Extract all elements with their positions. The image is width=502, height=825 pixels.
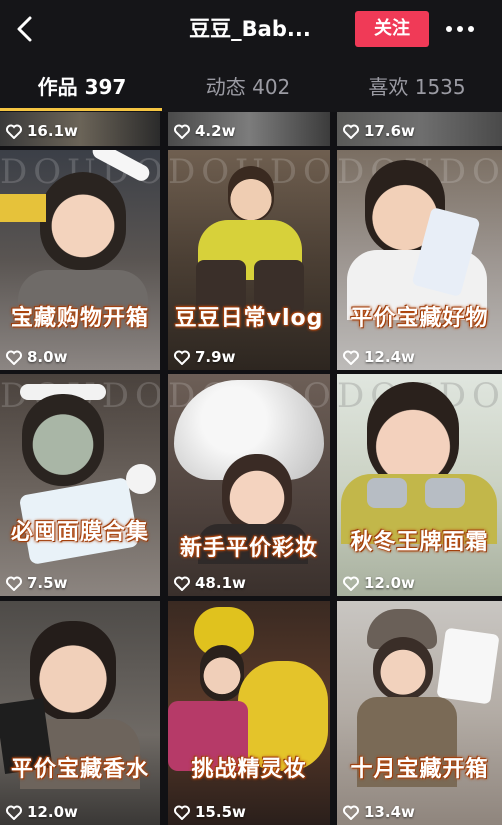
thumbnail-subject — [228, 166, 274, 222]
video-grid: 16.1w 4.2w 17.6w DOUDOU 宝藏购物开箱 8.0w DOUD… — [0, 112, 502, 825]
video-tile[interactable]: 17.6w — [337, 112, 502, 146]
video-tile[interactable]: DOUDOU 新手平价彩妆 48.1w — [168, 374, 330, 596]
like-count: 7.9w — [174, 348, 235, 366]
thumbnail-subject — [40, 172, 126, 270]
follow-button[interactable]: 关注 — [355, 11, 429, 47]
back-button[interactable] — [8, 12, 42, 46]
heart-icon — [343, 805, 359, 820]
like-count: 12.0w — [343, 574, 415, 592]
video-caption: 秋冬王牌面霜 — [350, 530, 489, 555]
thumbnail-subject — [367, 478, 407, 508]
video-caption: 平价宝藏香水 — [10, 757, 149, 782]
heart-icon — [174, 576, 190, 591]
heart-icon — [6, 805, 22, 820]
video-tile[interactable]: 挑战精灵妆 15.5w — [168, 601, 330, 825]
video-tile[interactable]: 16.1w — [0, 112, 160, 146]
like-count: 48.1w — [174, 574, 246, 592]
thumbnail-subject — [126, 464, 156, 494]
chevron-left-icon — [17, 16, 32, 42]
video-caption: 必囤面膜合集 — [10, 520, 149, 545]
heart-icon — [343, 350, 359, 365]
profile-tabs: 作品 397 动态 402 喜欢 1535 — [0, 60, 502, 112]
profile-title: 豆豆_Bab... — [189, 17, 311, 41]
thumbnail-subject — [425, 478, 465, 508]
thumbnail-subject — [22, 394, 104, 486]
like-count: 12.4w — [343, 348, 415, 366]
thumbnail-subject — [0, 194, 46, 222]
video-caption: 新手平价彩妆 — [179, 536, 318, 561]
thumbnail-subject — [373, 637, 433, 701]
heart-icon — [174, 805, 190, 820]
heart-icon — [343, 576, 359, 591]
heart-icon — [6, 124, 22, 139]
video-tile[interactable]: 4.2w — [168, 112, 330, 146]
video-tile[interactable]: DOUDOU 豆豆日常vlog 7.9w — [168, 150, 330, 370]
tab-works[interactable]: 作品 397 — [12, 70, 152, 104]
video-caption: 平价宝藏好物 — [350, 306, 489, 331]
like-count: 17.6w — [343, 122, 415, 140]
like-count: 15.5w — [174, 803, 246, 821]
video-tile[interactable]: DOUDOU 秋冬王牌面霜 12.0w — [337, 374, 502, 596]
profile-header: 豆豆_Bab... 关注 — [0, 0, 502, 60]
heart-icon — [174, 124, 190, 139]
heart-icon — [174, 350, 190, 365]
like-count: 13.4w — [343, 803, 415, 821]
thumbnail-subject — [436, 627, 500, 705]
like-count: 7.5w — [6, 574, 67, 592]
like-count: 8.0w — [6, 348, 67, 366]
thumbnail-subject — [222, 454, 292, 534]
heart-icon — [6, 350, 22, 365]
heart-icon — [343, 124, 359, 139]
like-count: 16.1w — [6, 122, 78, 140]
more-button[interactable] — [442, 15, 478, 43]
video-tile[interactable]: DOUDOU 平价宝藏好物 12.4w — [337, 150, 502, 370]
video-caption: 宝藏购物开箱 — [10, 306, 149, 331]
video-caption: 十月宝藏开箱 — [350, 757, 489, 782]
video-tile[interactable]: 十月宝藏开箱 13.4w — [337, 601, 502, 825]
heart-icon — [6, 576, 22, 591]
video-caption: 豆豆日常vlog — [174, 306, 324, 331]
tab-activity[interactable]: 动态 402 — [178, 70, 318, 104]
video-tile[interactable]: DOUDOU 必囤面膜合集 7.5w — [0, 374, 160, 596]
tab-likes[interactable]: 喜欢 1535 — [347, 70, 487, 104]
like-count: 12.0w — [6, 803, 78, 821]
video-caption: 挑战精灵妆 — [191, 757, 307, 782]
tab-indicator — [0, 108, 162, 111]
thumbnail-subject — [200, 645, 244, 701]
video-tile[interactable]: 平价宝藏香水 12.0w — [0, 601, 160, 825]
like-count: 4.2w — [174, 122, 235, 140]
more-dots-icon — [446, 26, 452, 32]
video-tile[interactable]: DOUDOU 宝藏购物开箱 8.0w — [0, 150, 160, 370]
